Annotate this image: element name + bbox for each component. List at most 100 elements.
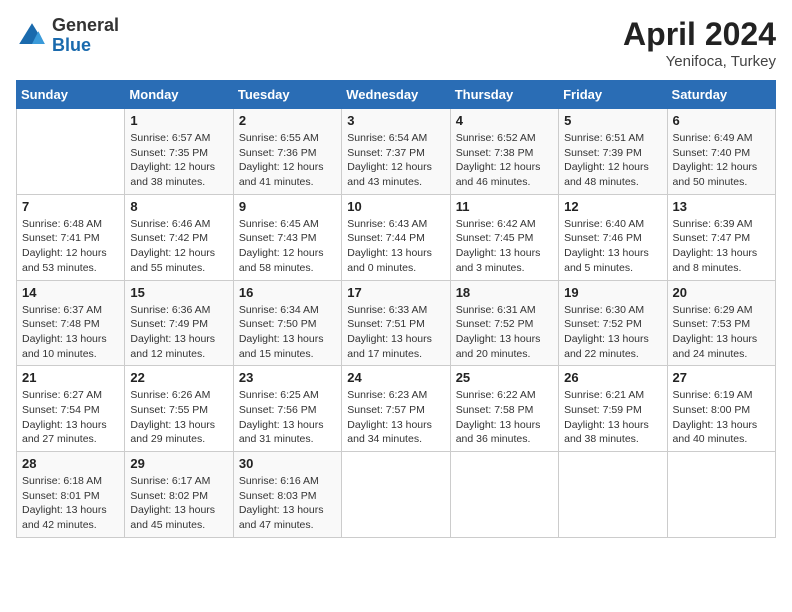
day-info: Sunrise: 6:54 AMSunset: 7:37 PMDaylight:…	[347, 131, 444, 190]
calendar-table: SundayMondayTuesdayWednesdayThursdayFrid…	[16, 80, 776, 538]
day-cell: 30Sunrise: 6:16 AMSunset: 8:03 PMDayligh…	[233, 452, 341, 538]
location: Yenifoca, Turkey	[623, 53, 776, 70]
day-cell: 1 Sunrise: 6:57 AMSunset: 7:35 PMDaylight…	[125, 109, 233, 195]
day-number: 26	[564, 370, 661, 385]
logo-icon	[16, 20, 48, 52]
day-cell	[559, 452, 667, 538]
week-row-1: 1 Sunrise: 6:57 AMSunset: 7:35 PMDaylight…	[17, 109, 776, 195]
day-cell: 18 Sunrise: 6:31 AMSunset: 7:52 PMDayligh…	[450, 280, 558, 366]
day-number: 15	[130, 285, 227, 300]
logo-text: General Blue	[52, 16, 119, 56]
day-info: Sunrise: 6:49 AMSunset: 7:40 PMDaylight:…	[673, 131, 770, 190]
day-info: Sunrise: 6:18 AMSunset: 8:01 PMDaylight:…	[22, 474, 119, 533]
day-cell: 16 Sunrise: 6:34 AMSunset: 7:50 PMDayligh…	[233, 280, 341, 366]
day-cell: 2 Sunrise: 6:55 AMSunset: 7:36 PMDaylight…	[233, 109, 341, 195]
day-number: 13	[673, 199, 770, 214]
day-info: Sunrise: 6:46 AMSunset: 7:42 PMDaylight:…	[130, 217, 227, 276]
day-info: Sunrise: 6:55 AMSunset: 7:36 PMDaylight:…	[239, 131, 336, 190]
day-number: 25	[456, 370, 553, 385]
day-info: Sunrise: 6:36 AMSunset: 7:49 PMDaylight:…	[130, 303, 227, 362]
day-info: Sunrise: 6:29 AMSunset: 7:53 PMDaylight:…	[673, 303, 770, 362]
day-cell: 9 Sunrise: 6:45 AMSunset: 7:43 PMDaylight…	[233, 194, 341, 280]
day-info: Sunrise: 6:23 AMSunset: 7:57 PMDaylight:…	[347, 388, 444, 447]
week-row-5: 28Sunrise: 6:18 AMSunset: 8:01 PMDayligh…	[17, 452, 776, 538]
day-number: 17	[347, 285, 444, 300]
col-header-sunday: Sunday	[17, 81, 125, 109]
day-cell: 4 Sunrise: 6:52 AMSunset: 7:38 PMDaylight…	[450, 109, 558, 195]
day-cell: 20 Sunrise: 6:29 AMSunset: 7:53 PMDayligh…	[667, 280, 775, 366]
day-cell: 22 Sunrise: 6:26 AMSunset: 7:55 PMDayligh…	[125, 366, 233, 452]
day-info: Sunrise: 6:21 AMSunset: 7:59 PMDaylight:…	[564, 388, 661, 447]
col-header-friday: Friday	[559, 81, 667, 109]
day-cell: 3 Sunrise: 6:54 AMSunset: 7:37 PMDaylight…	[342, 109, 450, 195]
day-info: Sunrise: 6:26 AMSunset: 7:55 PMDaylight:…	[130, 388, 227, 447]
week-row-2: 7 Sunrise: 6:48 AMSunset: 7:41 PMDaylight…	[17, 194, 776, 280]
day-cell: 24Sunrise: 6:23 AMSunset: 7:57 PMDayligh…	[342, 366, 450, 452]
day-info: Sunrise: 6:25 AMSunset: 7:56 PMDaylight:…	[239, 388, 336, 447]
day-number: 6	[673, 113, 770, 128]
day-cell: 10Sunrise: 6:43 AMSunset: 7:44 PMDayligh…	[342, 194, 450, 280]
day-info: Sunrise: 6:22 AMSunset: 7:58 PMDaylight:…	[456, 388, 553, 447]
day-number: 3	[347, 113, 444, 128]
day-number: 19	[564, 285, 661, 300]
day-number: 7	[22, 199, 119, 214]
day-info: Sunrise: 6:19 AMSunset: 8:00 PMDaylight:…	[673, 388, 770, 447]
col-header-tuesday: Tuesday	[233, 81, 341, 109]
day-info: Sunrise: 6:48 AMSunset: 7:41 PMDaylight:…	[22, 217, 119, 276]
logo-blue: Blue	[52, 36, 119, 56]
day-cell: 7 Sunrise: 6:48 AMSunset: 7:41 PMDaylight…	[17, 194, 125, 280]
col-header-saturday: Saturday	[667, 81, 775, 109]
day-cell: 12 Sunrise: 6:40 AMSunset: 7:46 PMDayligh…	[559, 194, 667, 280]
day-cell: 6 Sunrise: 6:49 AMSunset: 7:40 PMDaylight…	[667, 109, 775, 195]
day-info: Sunrise: 6:45 AMSunset: 7:43 PMDaylight:…	[239, 217, 336, 276]
day-info: Sunrise: 6:40 AMSunset: 7:46 PMDaylight:…	[564, 217, 661, 276]
day-cell: 13 Sunrise: 6:39 AMSunset: 7:47 PMDayligh…	[667, 194, 775, 280]
day-info: Sunrise: 6:52 AMSunset: 7:38 PMDaylight:…	[456, 131, 553, 190]
day-info: Sunrise: 6:37 AMSunset: 7:48 PMDaylight:…	[22, 303, 119, 362]
day-cell: 14 Sunrise: 6:37 AMSunset: 7:48 PMDayligh…	[17, 280, 125, 366]
day-cell: 28Sunrise: 6:18 AMSunset: 8:01 PMDayligh…	[17, 452, 125, 538]
day-info: Sunrise: 6:39 AMSunset: 7:47 PMDaylight:…	[673, 217, 770, 276]
day-cell: 27Sunrise: 6:19 AMSunset: 8:00 PMDayligh…	[667, 366, 775, 452]
day-cell: 25 Sunrise: 6:22 AMSunset: 7:58 PMDayligh…	[450, 366, 558, 452]
day-cell: 17 Sunrise: 6:33 AMSunset: 7:51 PMDayligh…	[342, 280, 450, 366]
day-cell: 19 Sunrise: 6:30 AMSunset: 7:52 PMDayligh…	[559, 280, 667, 366]
day-info: Sunrise: 6:30 AMSunset: 7:52 PMDaylight:…	[564, 303, 661, 362]
day-number: 2	[239, 113, 336, 128]
title-area: April 2024 Yenifoca, Turkey	[623, 16, 776, 70]
col-header-thursday: Thursday	[450, 81, 558, 109]
day-number: 1	[130, 113, 227, 128]
day-info: Sunrise: 6:51 AMSunset: 7:39 PMDaylight:…	[564, 131, 661, 190]
day-info: Sunrise: 6:31 AMSunset: 7:52 PMDaylight:…	[456, 303, 553, 362]
day-number: 18	[456, 285, 553, 300]
day-number: 12	[564, 199, 661, 214]
day-cell: 21 Sunrise: 6:27 AMSunset: 7:54 PMDayligh…	[17, 366, 125, 452]
day-number: 9	[239, 199, 336, 214]
col-header-monday: Monday	[125, 81, 233, 109]
day-info: Sunrise: 6:33 AMSunset: 7:51 PMDaylight:…	[347, 303, 444, 362]
day-number: 14	[22, 285, 119, 300]
month-year: April 2024	[623, 16, 776, 53]
day-cell	[342, 452, 450, 538]
page-header: General Blue April 2024 Yenifoca, Turkey	[16, 16, 776, 70]
day-number: 10	[347, 199, 444, 214]
day-number: 5	[564, 113, 661, 128]
day-number: 22	[130, 370, 227, 385]
day-number: 4	[456, 113, 553, 128]
day-number: 11	[456, 199, 553, 214]
day-info: Sunrise: 6:57 AMSunset: 7:35 PMDaylight:…	[130, 131, 227, 190]
day-number: 21	[22, 370, 119, 385]
day-number: 16	[239, 285, 336, 300]
day-number: 23	[239, 370, 336, 385]
day-info: Sunrise: 6:27 AMSunset: 7:54 PMDaylight:…	[22, 388, 119, 447]
day-info: Sunrise: 6:16 AMSunset: 8:03 PMDaylight:…	[239, 474, 336, 533]
day-number: 20	[673, 285, 770, 300]
day-info: Sunrise: 6:17 AMSunset: 8:02 PMDaylight:…	[130, 474, 227, 533]
day-cell: 8Sunrise: 6:46 AMSunset: 7:42 PMDaylight…	[125, 194, 233, 280]
week-row-4: 21 Sunrise: 6:27 AMSunset: 7:54 PMDayligh…	[17, 366, 776, 452]
day-cell: 15 Sunrise: 6:36 AMSunset: 7:49 PMDayligh…	[125, 280, 233, 366]
day-cell: 11Sunrise: 6:42 AMSunset: 7:45 PMDayligh…	[450, 194, 558, 280]
day-info: Sunrise: 6:34 AMSunset: 7:50 PMDaylight:…	[239, 303, 336, 362]
day-cell: 29 Sunrise: 6:17 AMSunset: 8:02 PMDayligh…	[125, 452, 233, 538]
day-number: 29	[130, 456, 227, 471]
